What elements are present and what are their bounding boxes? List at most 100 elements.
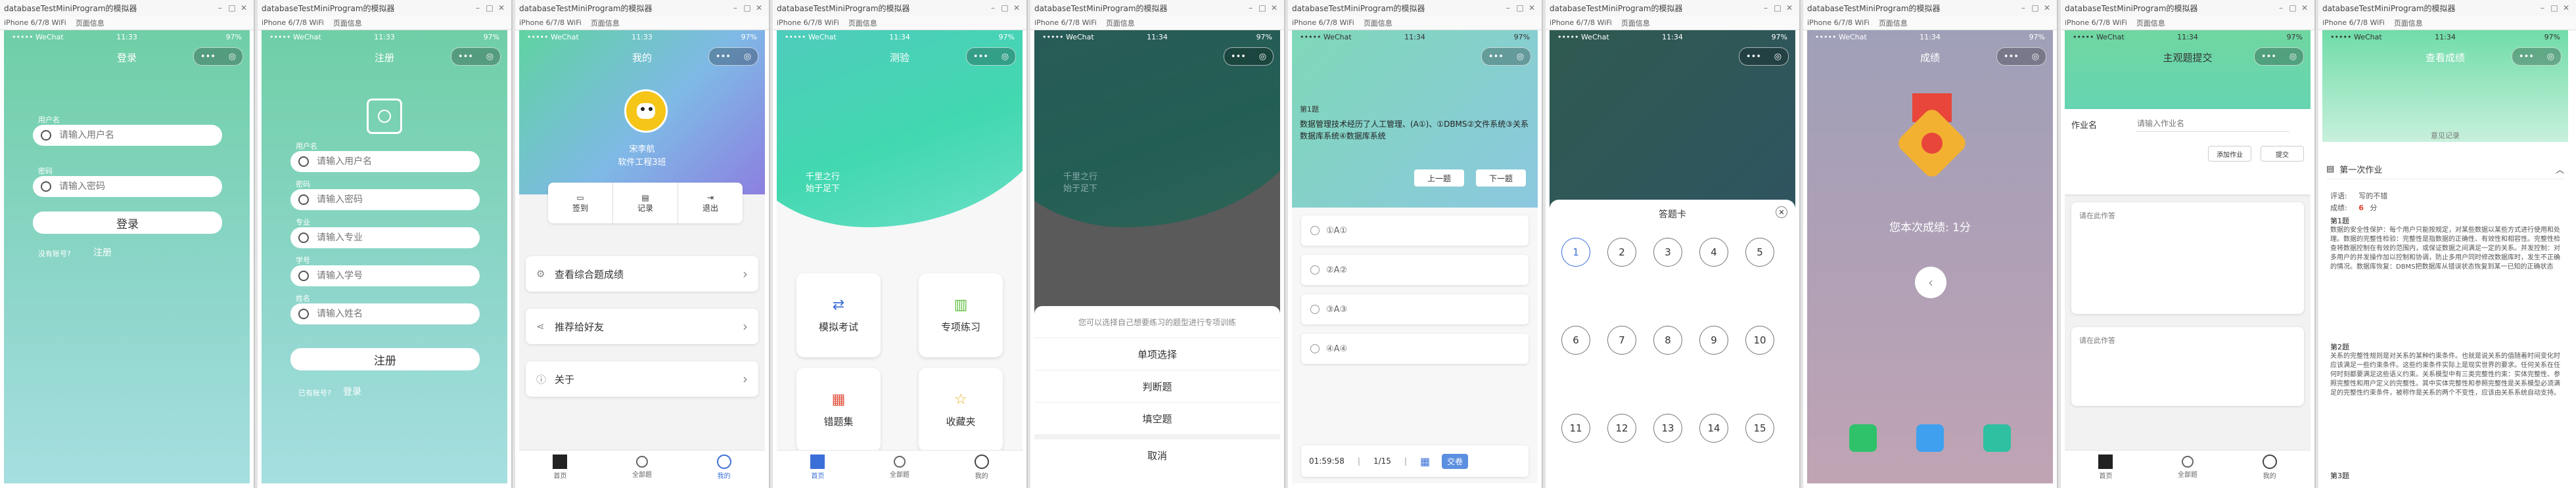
answer-card-number[interactable]: 8 <box>1653 326 1682 355</box>
answer-card-number[interactable]: 15 <box>1745 414 1774 443</box>
device-select[interactable]: iPhone 6/7/8 WiFi <box>2065 18 2127 27</box>
menu-about[interactable]: ⓘ 关于 › <box>526 361 758 397</box>
minimize-icon[interactable]: – <box>2017 3 2029 12</box>
minimize-icon[interactable]: – <box>1245 3 1256 12</box>
close-icon[interactable]: ✕ <box>1526 3 1538 12</box>
answer-card-number[interactable]: 2 <box>1607 238 1636 267</box>
page-info-select[interactable]: 页面信息 <box>1106 18 1135 28</box>
answer-card-icon[interactable]: ▦ <box>1420 455 1430 468</box>
tab-mine[interactable]: 我的 <box>683 451 765 483</box>
more-icon[interactable]: ••• <box>2261 52 2276 62</box>
capsule-menu[interactable]: ••• ◎ <box>1996 47 2046 66</box>
option-a[interactable]: ①A① <box>1301 215 1529 246</box>
tab-home[interactable]: 首页 <box>519 451 601 483</box>
close-icon[interactable]: ✕ <box>2041 3 2053 12</box>
more-icon[interactable]: ••• <box>2004 52 2019 62</box>
option-single-choice[interactable]: 单项选择 <box>1034 338 1280 370</box>
minimize-icon[interactable]: – <box>729 3 741 12</box>
register-input[interactable] <box>315 194 449 206</box>
close-icon[interactable]: ✕ <box>753 3 765 12</box>
close-icon[interactable]: ✕ <box>495 3 507 12</box>
register-field[interactable] <box>290 265 480 286</box>
capsule-menu[interactable]: ••• ◎ <box>193 47 243 66</box>
maximize-icon[interactable]: □ <box>226 3 238 12</box>
close-icon[interactable]: ✕ <box>1783 3 1795 12</box>
home-target-icon[interactable]: ◎ <box>744 52 751 62</box>
tile-wrong-set[interactable]: ▦ 错题集 <box>796 368 881 452</box>
answer-card-number[interactable]: 5 <box>1745 238 1774 267</box>
more-icon[interactable]: ••• <box>1488 52 1504 62</box>
home-target-icon[interactable]: ◎ <box>1259 52 1266 62</box>
option-fill-blank[interactable]: 填空题 <box>1034 403 1280 439</box>
logout-action[interactable]: ⇥ 退出 <box>678 183 743 223</box>
maximize-icon[interactable]: □ <box>1772 3 1783 12</box>
close-icon[interactable]: ✕ <box>2560 3 2572 12</box>
capsule-menu[interactable]: ••• ◎ <box>2512 47 2562 66</box>
register-field[interactable] <box>290 189 480 210</box>
maximize-icon[interactable]: □ <box>1514 3 1526 12</box>
radio-icon[interactable] <box>1310 265 1320 275</box>
register-field[interactable] <box>290 227 480 248</box>
radio-icon[interactable] <box>1310 226 1320 235</box>
back-arrow-icon[interactable]: ‹ <box>1915 267 1946 298</box>
password-field[interactable] <box>33 176 222 197</box>
close-icon[interactable]: ✕ <box>2299 3 2311 12</box>
minimize-icon[interactable]: – <box>2275 3 2287 12</box>
more-icon[interactable]: ••• <box>973 52 988 62</box>
page-info-select[interactable]: 页面信息 <box>848 18 877 28</box>
home-target-icon[interactable]: ◎ <box>486 52 494 62</box>
register-input[interactable] <box>315 270 449 282</box>
home-target-icon[interactable]: ◎ <box>2547 52 2554 62</box>
tab-home[interactable]: 首页 <box>777 451 859 483</box>
home-target-icon[interactable]: ◎ <box>1001 52 1009 62</box>
register-field[interactable] <box>290 151 480 172</box>
page-info-select[interactable]: 页面信息 <box>1879 18 1908 28</box>
username-field[interactable] <box>33 125 222 146</box>
submit-button[interactable]: 交卷 <box>1442 453 1469 469</box>
device-select[interactable]: iPhone 6/7/8 WiFi <box>262 18 324 27</box>
answer-box-1[interactable]: 请在此作答 <box>2071 202 2304 314</box>
minimize-icon[interactable]: – <box>2537 3 2548 12</box>
answer-box-2[interactable]: 请在此作答 <box>2071 327 2304 406</box>
add-homework-button[interactable]: 添加作业 <box>2208 146 2251 162</box>
page-info-select[interactable]: 页面信息 <box>591 18 620 28</box>
tile-practice[interactable]: ▥ 专项练习 <box>919 273 1003 357</box>
answer-card-number[interactable]: 7 <box>1607 326 1636 355</box>
answer-card-number[interactable]: 9 <box>1699 326 1728 355</box>
qq-share-icon[interactable] <box>1916 424 1944 452</box>
page-info-select[interactable]: 页面信息 <box>1364 18 1392 28</box>
option-c[interactable]: ③A③ <box>1301 294 1529 324</box>
section-header[interactable]: ▤ 第一次作业 ︿ <box>2326 159 2564 179</box>
capsule-menu[interactable]: ••• ◎ <box>1739 47 1789 66</box>
prev-button[interactable]: 上一题 <box>1414 169 1464 187</box>
submit-button[interactable]: 提交 <box>2261 146 2304 162</box>
more-icon[interactable]: ••• <box>716 52 731 62</box>
record-action[interactable]: ▤ 记录 <box>612 183 678 223</box>
maximize-icon[interactable]: □ <box>2548 3 2560 12</box>
username-input[interactable] <box>58 129 192 141</box>
maximize-icon[interactable]: □ <box>2029 3 2041 12</box>
device-select[interactable]: iPhone 6/7/8 WiFi <box>519 18 582 27</box>
home-target-icon[interactable]: ◎ <box>1774 52 1782 62</box>
minimize-icon[interactable]: – <box>1502 3 1514 12</box>
answer-card-number[interactable]: 3 <box>1653 238 1682 267</box>
register-input[interactable] <box>315 308 449 320</box>
more-icon[interactable]: ••• <box>200 52 216 62</box>
tile-mock-exam[interactable]: ⇄ 模拟考试 <box>796 273 881 357</box>
more-icon[interactable]: ••• <box>1231 52 1246 62</box>
home-target-icon[interactable]: ◎ <box>229 52 236 62</box>
maximize-icon[interactable]: □ <box>741 3 753 12</box>
close-icon[interactable]: ✕ <box>238 3 250 12</box>
tab-mine[interactable]: 我的 <box>940 451 1023 483</box>
moments-share-icon[interactable] <box>1983 424 2011 452</box>
register-link[interactable]: 注册 <box>93 246 112 259</box>
more-icon[interactable]: ••• <box>1746 52 1761 62</box>
answer-card-number[interactable]: 13 <box>1653 414 1682 443</box>
answer-card-number[interactable]: 14 <box>1699 414 1728 443</box>
page-info-select[interactable]: 页面信息 <box>333 18 362 28</box>
answer-card-number[interactable]: 6 <box>1561 326 1590 355</box>
option-d[interactable]: ④A④ <box>1301 334 1529 364</box>
homework-input[interactable] <box>2136 116 2289 132</box>
home-target-icon[interactable]: ◎ <box>2289 52 2297 62</box>
device-select[interactable]: iPhone 6/7/8 WiFi <box>1807 18 1870 27</box>
